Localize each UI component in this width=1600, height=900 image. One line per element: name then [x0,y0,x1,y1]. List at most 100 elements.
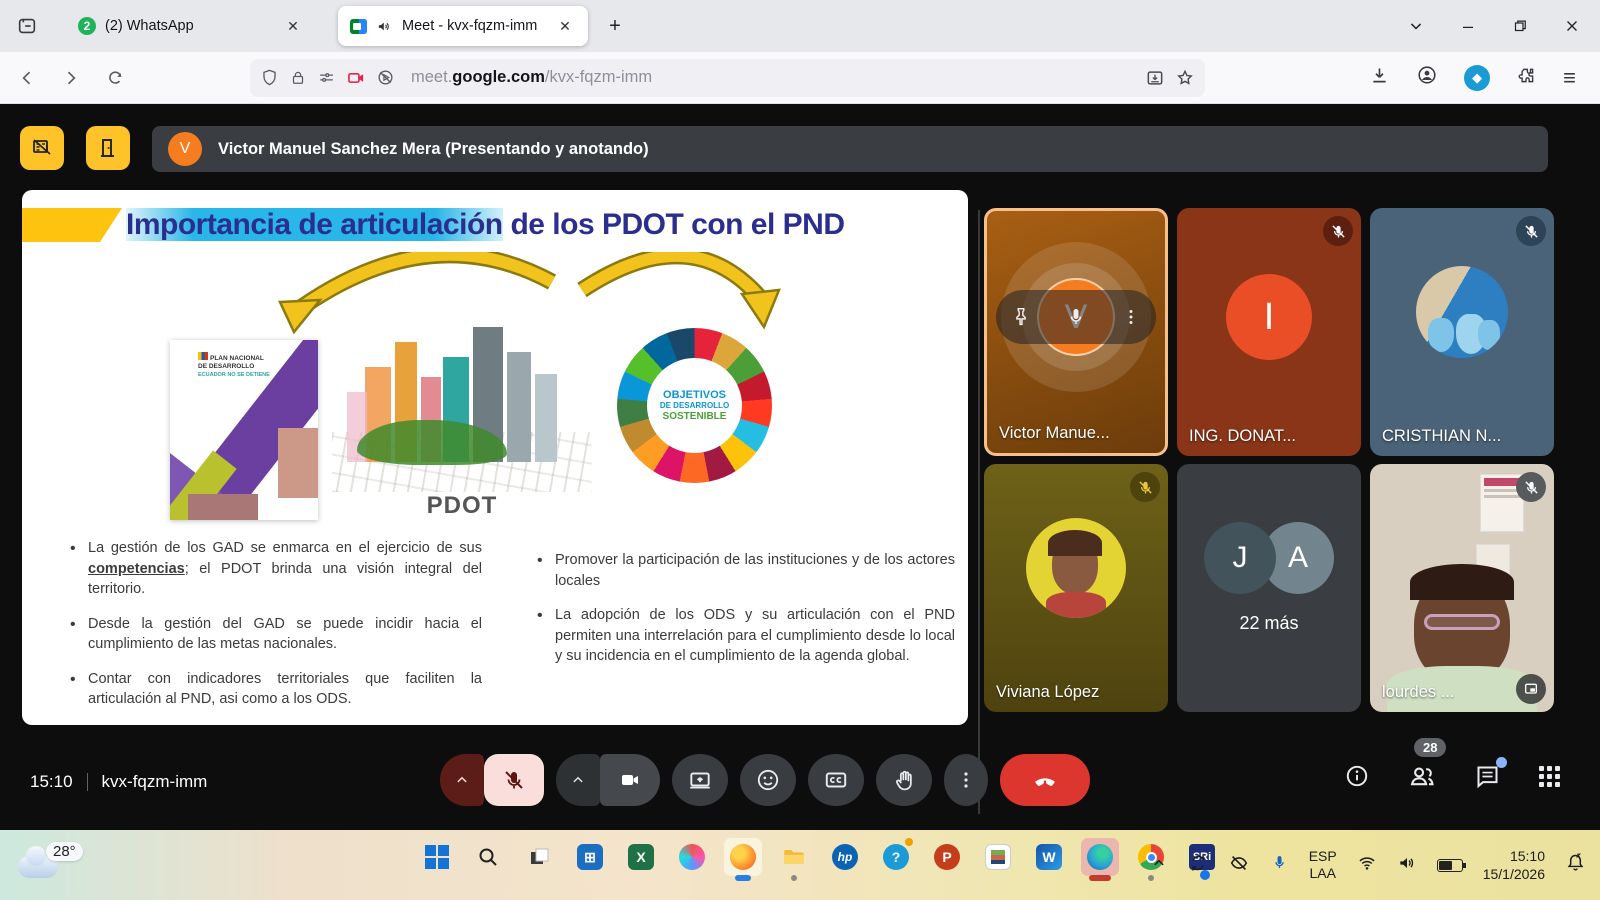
ecuador-flag-icon [198,352,208,360]
presenter-banner: V Victor Manuel Sanchez Mera (Presentand… [152,126,1548,172]
browser-toolbar: meet.google.com/kvx-fqzm-imm ◆ ≡ [0,52,1600,104]
task-view-button[interactable] [520,838,558,876]
bookmark-star-icon[interactable] [1175,68,1195,88]
camera-in-use-icon[interactable] [346,68,366,88]
downloads-icon[interactable] [1369,65,1390,91]
slide-title-highlight: Importancia de articulación [126,208,503,241]
exit-door-button[interactable] [86,126,130,170]
mic-toggle-button[interactable] [484,754,544,806]
tab-whatsapp[interactable]: 2 (2) WhatsApp ✕ [66,6,316,46]
annotation-board-off-button[interactable] [20,126,64,170]
restore-button[interactable] [1498,8,1542,44]
list-tabs-button[interactable] [1394,8,1438,44]
participant-tile-cristhian[interactable]: CRISTHIAN N... [1370,208,1554,456]
windows-taskbar: 28° ⊞ X hp ? P W SRi ESPLAA [0,830,1600,900]
save-to-pocket-icon[interactable] [1145,68,1165,88]
start-button[interactable] [418,838,456,876]
minimize-button[interactable]: – [1446,8,1490,44]
sync-status-icon[interactable] [1188,853,1208,878]
back-button[interactable] [10,61,44,95]
vpn-extension-icon[interactable]: ◆ [1464,65,1490,91]
more-options-button[interactable] [944,754,988,806]
pnd-photo [188,494,258,520]
permissions-icon[interactable] [317,68,336,87]
ods-line2: DE DESARROLLO [660,401,729,410]
lock-icon[interactable] [289,69,307,87]
tracking-shield-icon[interactable] [260,68,279,87]
meeting-details-icon[interactable] [1344,763,1370,789]
mic-options-chevron[interactable] [440,754,484,806]
pip-icon[interactable] [1516,674,1546,704]
reactions-button[interactable] [740,754,796,806]
new-tab-button[interactable]: + [600,11,630,41]
tab-meet-title: Meet - kvx-fqzm-imm [402,18,537,34]
word-icon[interactable]: W [1030,838,1068,876]
document-app-icon[interactable] [979,838,1017,876]
activities-grid-icon[interactable] [1539,766,1560,787]
chat-icon[interactable] [1474,763,1501,790]
url-bar[interactable]: meet.google.com/kvx-fqzm-imm [250,59,1205,97]
battery-icon[interactable] [1437,859,1463,872]
firefox-view-button[interactable] [10,9,44,43]
tab-audio-icon[interactable] [376,18,393,35]
extensions-puzzle-icon[interactable] [1516,65,1537,91]
captions-button[interactable] [808,754,864,806]
participants-icon[interactable]: 28 [1408,762,1436,790]
raise-hand-button[interactable] [876,754,932,806]
forward-button[interactable] [54,61,88,95]
wifi-icon[interactable] [1357,853,1377,878]
mic-on-icon[interactable] [1064,305,1088,329]
participant-tile-viviana[interactable]: Viviana López [984,464,1168,712]
get-help-icon[interactable]: ? [877,838,915,876]
file-explorer-icon[interactable] [775,838,813,876]
participant-name: CRISTHIAN N... [1382,427,1501,446]
participant-tile-overflow[interactable]: J A 22 más [1177,464,1361,712]
hidden-icons-chevron[interactable] [1150,854,1168,877]
excel-icon[interactable]: X [622,838,660,876]
search-button[interactable] [469,838,507,876]
tab-close-icon[interactable]: ✕ [554,15,576,37]
account-icon[interactable] [1416,64,1438,91]
firefox-icon[interactable] [724,838,762,876]
microsoft-store-icon[interactable]: ⊞ [571,838,609,876]
menu-hamburger-icon[interactable]: ≡ [1563,65,1576,91]
avatar: I [1226,274,1312,360]
copilot-icon[interactable] [673,838,711,876]
weather-widget[interactable]: 28° [18,842,95,864]
participants-count-badge: 28 [1414,738,1446,757]
present-screen-button[interactable] [672,754,728,806]
tab-meet[interactable]: Meet - kvx-fqzm-imm ✕ [338,6,588,46]
privacy-eye-off-icon[interactable] [1228,852,1250,879]
close-window-button[interactable] [1550,8,1594,44]
edge-icon[interactable] [1081,838,1119,876]
camera-toggle-button[interactable] [600,754,660,806]
notifications-bell-icon[interactable] [1565,852,1586,878]
tab-close-icon[interactable]: ✕ [282,15,304,37]
participant-name: ING. DONAT... [1189,427,1296,446]
system-tray: ESPLAA 15:1015/1/2026 [1150,830,1600,900]
url-text[interactable]: meet.google.com/kvx-fqzm-imm [411,68,1135,87]
language-indicator[interactable]: ESPLAA [1309,848,1337,883]
camera-control-group [556,754,660,806]
profile-photo [1416,266,1508,358]
toolbar-right: ◆ ≡ [1369,64,1600,91]
participant-tile-lourdes[interactable]: lourdes ... [1370,464,1554,712]
bullet-bold-text: competencias [88,561,185,577]
microphone-in-use-icon[interactable] [1270,853,1289,877]
autoplay-blocked-icon[interactable] [376,68,395,87]
clock-widget[interactable]: 15:1015/1/2026 [1483,847,1545,883]
hp-icon[interactable]: hp [826,838,864,876]
chat-notification-dot [1496,757,1507,768]
camera-options-chevron[interactable] [556,754,600,806]
overflow-count: 22 más [1177,613,1361,634]
mic-muted-icon [1516,472,1546,502]
participant-tile-victor[interactable]: V Victor Manue... [984,208,1168,456]
pin-icon[interactable] [1010,306,1032,328]
powerpoint-icon[interactable]: P [928,838,966,876]
end-call-button[interactable] [1000,754,1090,806]
more-options-icon[interactable] [1120,306,1142,328]
tile-hover-controls [996,290,1156,344]
participant-tile-ing-donat[interactable]: I ING. DONAT... [1177,208,1361,456]
volume-icon[interactable] [1397,853,1417,878]
reload-button[interactable] [98,61,132,95]
